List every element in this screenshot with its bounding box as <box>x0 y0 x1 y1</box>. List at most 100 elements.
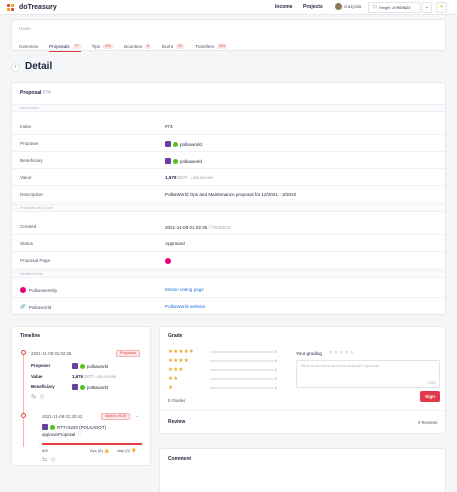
row-key: Proposal Page <box>20 258 51 263</box>
link-source: Polkassembly <box>29 287 58 293</box>
grade-count: 0 <box>275 376 278 381</box>
logo-icon <box>7 3 15 12</box>
grade-count: 0 <box>275 349 278 354</box>
tab-overview[interactable]: Overview <box>19 42 38 51</box>
comment-card: Comment <box>159 448 446 492</box>
user-menu[interactable]: crazyola <box>333 3 361 10</box>
avatar <box>335 3 342 10</box>
timeline-line <box>23 352 24 447</box>
header-label: Proposal <box>20 90 42 96</box>
timeline-date: 2021-11-08 01:02:36 <box>31 351 72 356</box>
motion-voting-link[interactable]: Motion voting page <box>165 287 204 292</box>
grade-title: Grade <box>168 333 183 339</box>
motion-badge[interactable]: Motion #135 <box>101 413 130 420</box>
aye-vote-bar <box>42 443 142 445</box>
link-source: Polkaworld <box>28 304 52 310</box>
grade-row: ★★★ <box>168 367 274 373</box>
tab-label: Transfers <box>194 44 215 49</box>
star-icon: ★ <box>168 385 174 391</box>
extrinsic-links-icon[interactable]: ⇆ ◇ <box>31 393 45 400</box>
action-name: approveProposal <box>42 431 76 437</box>
nav-card: Home Overview Proposals 77 Tips 331 Bounti… <box>11 19 446 52</box>
tab-count: 77 <box>72 44 81 49</box>
grade-bar <box>210 387 274 389</box>
star-icon: ★★ <box>168 376 179 382</box>
grade-row: ★★★★★ <box>168 349 274 355</box>
height-value: #7909623 <box>392 4 411 10</box>
height-label: Height <box>378 4 391 10</box>
value-amount: 1,676 <box>165 175 177 180</box>
review-count: 0 Reviews <box>418 420 438 425</box>
header-id: #74 <box>42 90 51 96</box>
timeline-dot <box>21 350 26 355</box>
tab-label: Proposals <box>49 44 70 49</box>
link-icon: 🔗 <box>20 304 26 309</box>
beneficiary-name[interactable]: polkaworld <box>180 159 202 164</box>
field-label: Proposer <box>31 363 51 368</box>
row-key: Status <box>20 241 34 246</box>
grade-count: 0 <box>275 367 278 372</box>
star-icon: ★★★★ <box>168 358 189 364</box>
verified-icon <box>173 141 178 147</box>
verified-icon <box>50 424 55 430</box>
tab-proposals[interactable]: Proposals 77 <box>49 42 82 52</box>
grade-row: ★ <box>168 385 274 391</box>
grade-bar <box>210 360 274 362</box>
timeline-date: 2021-11-08 01:33:42 <box>42 414 83 419</box>
signer-name[interactable]: RTTI-5220 (POLKADOT) <box>57 425 106 430</box>
created-date: 2021-11-08 01:02:36 <box>165 224 208 230</box>
cube-icon: ⬡ <box>373 4 377 9</box>
grade-count: 0 <box>275 385 278 390</box>
value-unit: DOT <box>84 374 94 379</box>
polkassembly-icon[interactable] <box>165 258 171 264</box>
back-button[interactable]: ‹ <box>11 63 20 72</box>
chevron-down-icon[interactable]: ⌄ <box>422 1 432 13</box>
row-key: Beneficiary <box>20 158 43 163</box>
grade-count: 0 <box>275 358 278 363</box>
char-counter: 0/280 <box>427 381 437 385</box>
theme-toggle-icon[interactable]: ☀ <box>436 1 447 13</box>
chevron-down-icon[interactable]: ⌄ <box>135 413 139 419</box>
extrinsic-links-icon[interactable]: ⇆ ◇ <box>42 456 56 463</box>
created-block[interactable]: 7610572 <box>213 225 231 230</box>
tab-count: 331 <box>217 44 228 49</box>
row-index: Index #74 <box>12 119 445 135</box>
row-value: #74 <box>165 124 173 129</box>
grade-row: ★★ <box>168 376 274 382</box>
nav-income[interactable]: Income <box>275 4 293 10</box>
aye-count: Aye (8) <box>90 448 103 453</box>
timeline-dot <box>21 413 26 418</box>
sign-button[interactable]: Sign <box>420 391 440 402</box>
row-created: Created 2021-11-08 01:02:36 ⬡ 7610572 <box>12 219 445 235</box>
your-grading-label: Your grading <box>296 350 322 356</box>
block-height-box[interactable]: ⬡ Height #7909623 <box>368 1 421 13</box>
grade-bar <box>210 369 274 371</box>
field-label: Beneficiary <box>31 384 55 389</box>
rating-star-icon[interactable]: ★★★★★ <box>328 350 355 356</box>
tab-transfers[interactable]: Transfers 331 <box>194 42 228 51</box>
review-textarea[interactable]: What do you think about this proposal? (… <box>296 360 440 388</box>
row-status: Status Approved <box>12 236 445 252</box>
polkaworld-website-link[interactable]: PolkaWorld website <box>165 304 205 309</box>
tab-burnt[interactable]: Burnt 22 <box>162 42 184 51</box>
polkadot-identity-icon <box>72 363 78 369</box>
tab-count: 8 <box>145 44 151 49</box>
star-icon: ★★★ <box>168 367 184 373</box>
beneficiary-name[interactable]: polkaworld <box>87 385 108 390</box>
tab-label: Tips <box>91 44 101 49</box>
row-description: Description PolkaWorld Ops and Maintenan… <box>12 187 445 203</box>
section-information: Information <box>12 104 445 112</box>
username: crazyola <box>344 4 362 9</box>
tab-bounties[interactable]: Bounties 8 <box>124 42 151 51</box>
polkadot-identity-icon <box>165 141 171 147</box>
nav-projects[interactable]: Projects <box>303 4 323 10</box>
logo[interactable]: doTreasury <box>7 3 57 12</box>
tab-tips[interactable]: Tips 331 <box>92 42 114 51</box>
breadcrumb[interactable]: Home <box>19 26 31 31</box>
row-value: PolkaWorld Ops and Maintenance proposal … <box>165 192 297 197</box>
proposer-name[interactable]: polkaworld <box>180 142 202 147</box>
row-key: Value <box>20 175 32 180</box>
proposer-name[interactable]: polkaworld <box>87 364 108 369</box>
field-label: Value <box>31 374 43 379</box>
page-title: Detail <box>25 61 53 72</box>
